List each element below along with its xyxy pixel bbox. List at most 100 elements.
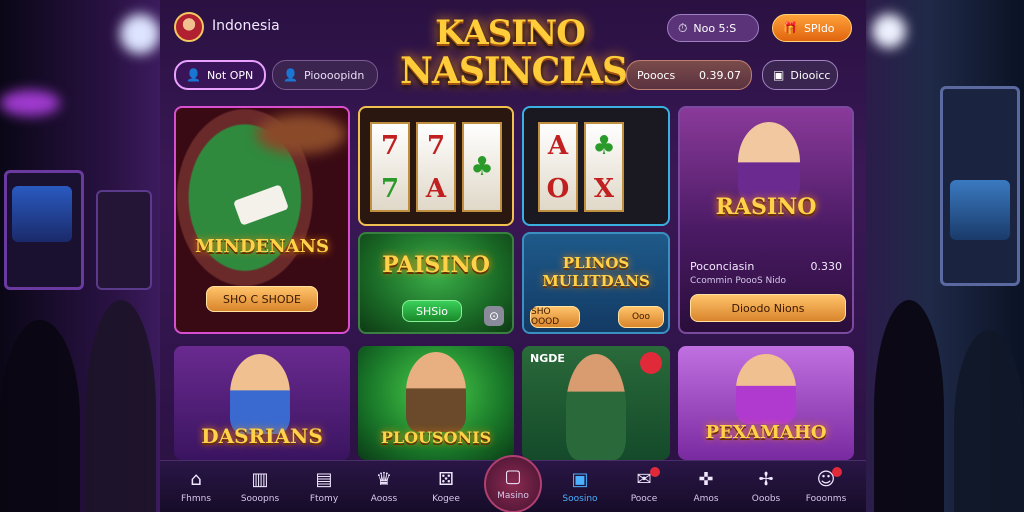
- nav-item-ticket[interactable]: ✉ Pooce: [618, 461, 670, 512]
- slot-reel: A O: [538, 122, 578, 212]
- balance-value: 0.39.07: [699, 68, 741, 82]
- nav-label: Fooonms: [805, 494, 847, 504]
- slot-reel: 7 A: [416, 122, 456, 212]
- game-subtitle: Poconciasin: [690, 260, 755, 273]
- lamp-glow: [872, 14, 906, 48]
- nav-label: Aooss: [370, 494, 398, 504]
- game-tile-paisino[interactable]: PAISINO SHSio ⊙: [358, 232, 514, 334]
- silhouette: [954, 330, 1024, 512]
- silhouette: [874, 300, 944, 512]
- game-tile-pexamaho[interactable]: PEXAMAHO: [678, 346, 854, 460]
- game-tile-plinos[interactable]: PLINOS MULITDANS SHO OOOD Ooo: [522, 232, 670, 334]
- right-backdrop: [866, 0, 1024, 512]
- nav-label: Sooopns: [240, 494, 280, 504]
- notification-badge: [832, 467, 842, 477]
- character-figure: [566, 354, 626, 460]
- slot-reel: ♣: [462, 122, 502, 212]
- game-title: PAISINO: [382, 252, 490, 278]
- nav-label: Soosino: [562, 494, 598, 504]
- nav-item-card[interactable]: ▤ Ftomy: [298, 461, 350, 512]
- lamp-glow: [0, 90, 60, 116]
- controller-icon: ✜: [698, 469, 714, 490]
- balance-display[interactable]: Pooocs 0.39.07: [626, 60, 752, 90]
- character-figure: [736, 354, 796, 424]
- roulette-wheel: [256, 114, 346, 154]
- nav-label: Masino: [497, 491, 529, 501]
- silhouette: [0, 320, 80, 512]
- nav-label: Ftomy: [309, 494, 339, 504]
- game-tile-plousonis[interactable]: PLOUSONIS: [358, 346, 514, 460]
- nav-item-trophy[interactable]: ♛ Aooss: [358, 461, 410, 512]
- play-button[interactable]: SHO OOOD: [530, 306, 580, 328]
- arcade-machine: [96, 190, 152, 290]
- game-detail: Ccommin PoooS Nido: [690, 276, 786, 286]
- top-bar: Indonesia KASINO NASINCIAS ⏱ Noo 5:S 🎁 S…: [160, 0, 866, 100]
- reel-symbol: 7: [380, 130, 400, 161]
- brand-logo: KASINO NASINCIAS: [400, 13, 628, 92]
- register-button[interactable]: 👤 Pioooopidn: [272, 60, 378, 90]
- notification-badge: [650, 467, 660, 477]
- game-title: PEXAMAHO: [705, 422, 827, 443]
- nav-item-controller[interactable]: ✜ Amos: [680, 461, 732, 512]
- left-backdrop: [0, 0, 160, 512]
- game-title: NGDE: [530, 352, 565, 365]
- login-label: Not OPN: [206, 68, 254, 82]
- game-tile-ngde[interactable]: NGDE: [522, 346, 670, 460]
- trophy-icon: ♛: [375, 469, 393, 490]
- bonus-icon: ✢: [758, 469, 774, 490]
- balance-label: Pooocs: [637, 68, 676, 82]
- nav-item-dice[interactable]: ⚄ Kogee: [420, 461, 472, 512]
- play-button[interactable]: Dioodo Nions: [690, 294, 846, 322]
- deposit-label: Diooicc: [790, 68, 831, 82]
- nav-item-bonus[interactable]: ✢ Ooobs: [740, 461, 792, 512]
- casino-icon: ▢: [504, 466, 522, 487]
- live-badge-icon: [640, 352, 662, 374]
- game-title: DASRIANS: [201, 424, 323, 448]
- game-tile-featured[interactable]: RASINO Poconciasin 0.330 Ccommin PoooS N…: [678, 106, 854, 334]
- nav-item-profile[interactable]: ☺ Fooonms: [800, 461, 852, 512]
- reel-symbol: 7: [380, 173, 400, 204]
- lamp-glow: [120, 14, 160, 54]
- help-button[interactable]: ⏱ Noo 5:S: [667, 14, 759, 42]
- reel-symbol: O: [546, 173, 570, 204]
- silhouette: [86, 300, 156, 512]
- game-title: PLINOS MULITDANS: [542, 254, 650, 290]
- game-tile-slot-aox[interactable]: A O ♣ X: [522, 106, 670, 226]
- arcade-screen: [950, 180, 1010, 240]
- slot-reel: 7 7: [370, 122, 410, 212]
- deposit-button[interactable]: ▣ Diooicc: [762, 60, 838, 90]
- game-value: 0.330: [810, 260, 843, 273]
- nav-label: Fhmns: [180, 494, 212, 504]
- nav-item-home[interactable]: ⌂ Fhmns: [170, 461, 222, 512]
- info-icon[interactable]: ⊙: [484, 306, 504, 326]
- logo-line-2: NASINCIAS: [400, 50, 628, 92]
- user-plus-icon: 👤: [283, 68, 298, 82]
- bottom-nav: ⌂ Fhmns ▥ Sooopns ▤ Ftomy ♛ Aooss ⚄ Koge…: [160, 455, 866, 512]
- game-tile-dasrians[interactable]: DASRIANS: [174, 346, 350, 460]
- logo-line-1: KASINO: [435, 13, 586, 53]
- dice-icon: ⚄: [438, 469, 454, 490]
- arcade-screen: [12, 186, 72, 242]
- game-tile-slot-777[interactable]: 7 7 7 A ♣: [358, 106, 514, 226]
- clover-icon: ♣: [470, 152, 494, 182]
- promo-button[interactable]: 🎁 SPIdo: [772, 14, 852, 42]
- chips-icon: [233, 184, 289, 226]
- reel-symbol: X: [593, 173, 615, 204]
- play-button[interactable]: SHO C SHODE: [206, 286, 318, 312]
- nav-label: Ooobs: [751, 494, 781, 504]
- region-flag-icon[interactable]: [174, 12, 204, 42]
- game-title: RASINO: [715, 194, 817, 220]
- nav-item-casino[interactable]: ▢ Masino: [484, 455, 542, 512]
- game-title: PLOUSONIS: [380, 428, 492, 447]
- play-button[interactable]: SHSio: [402, 300, 462, 322]
- game-tile-roulette[interactable]: MINDENANS SHO C SHODE: [174, 106, 350, 334]
- home-icon: ⌂: [190, 469, 202, 490]
- secondary-button[interactable]: Ooo: [618, 306, 664, 328]
- reel-symbol: A: [547, 130, 569, 161]
- login-button[interactable]: 👤 Not OPN: [174, 60, 266, 90]
- promo-label: SPIdo: [803, 21, 835, 35]
- nav-item-live[interactable]: ▣ Soosino: [554, 461, 606, 512]
- live-icon: ▣: [571, 469, 589, 490]
- nav-item-cards[interactable]: ▥ Sooopns: [234, 461, 286, 512]
- character-figure: [230, 354, 290, 434]
